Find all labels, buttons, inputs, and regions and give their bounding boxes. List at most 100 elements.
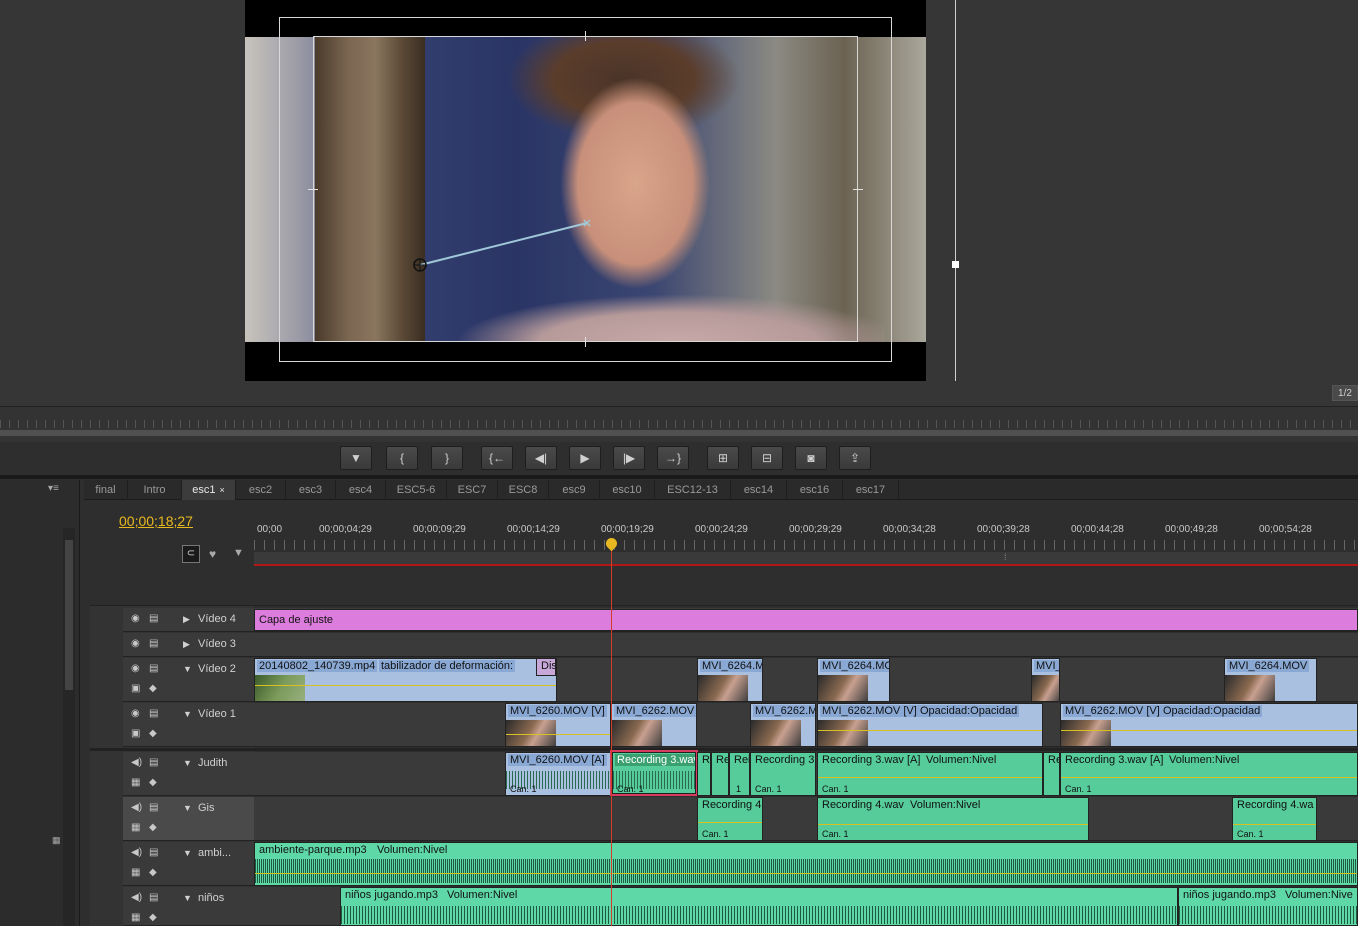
video-clip[interactable]: MVI_6262.MOV [V] Opacidad:Opacidad — [817, 703, 1043, 747]
tab-esc8[interactable]: ESC8 — [498, 480, 549, 500]
track-header-ambi[interactable]: ◀) ▤ ▼ ambi... ▦ ◆ — [123, 842, 254, 886]
eye-icon[interactable]: ◉ — [131, 638, 140, 649]
audio-clip[interactable]: Rei 1 — [729, 752, 750, 796]
audio-clip[interactable]: Recording 4 Can. 1 — [697, 797, 763, 841]
keyframe-view-icon[interactable]: ▦ — [131, 912, 140, 923]
transition-clip[interactable]: Dis — [536, 658, 556, 676]
keyframe-icon[interactable]: ◆ — [149, 912, 157, 923]
audio-clip[interactable]: Re — [1043, 752, 1060, 796]
step-forward-button[interactable]: |▶ — [613, 446, 645, 470]
video-clip[interactable]: MVI_6260.MOV [V] — [505, 703, 611, 747]
effect-label[interactable]: Volumen:Nivel — [445, 889, 519, 901]
keyframe-icon[interactable]: ◆ — [149, 728, 157, 739]
extract-button[interactable]: ⊟ — [751, 446, 783, 470]
audio-clip[interactable]: Recording 3.wav [A] Volumen:Nivel Can. 1 — [817, 752, 1043, 796]
effect-label[interactable]: Volumen:Nivel — [908, 799, 982, 811]
eye-icon[interactable]: ◉ — [131, 613, 140, 624]
tab-intro[interactable]: Intro — [128, 480, 182, 500]
project-scroll-thumb[interactable] — [65, 540, 73, 690]
tab-esc7[interactable]: ESC7 — [447, 480, 498, 500]
guide-handle[interactable] — [952, 261, 959, 268]
export-frame-button[interactable]: ◙ — [795, 446, 827, 470]
keyframe-icon[interactable]: ◆ — [149, 683, 157, 694]
keyframe-icon[interactable]: ◆ — [149, 867, 157, 878]
volume-line[interactable] — [818, 777, 1042, 778]
tab-esc10[interactable]: esc10 — [600, 480, 655, 500]
speaker-icon[interactable]: ◀) — [131, 802, 142, 813]
volume-line[interactable] — [1233, 824, 1316, 825]
expand-icon[interactable]: ▶ — [183, 614, 190, 625]
tab-esc4[interactable]: esc4 — [336, 480, 386, 500]
effect-label[interactable]: Opacidad:Opacidad — [1161, 705, 1263, 717]
volume-line[interactable] — [698, 822, 762, 823]
audio-clip[interactable]: Re — [697, 752, 711, 796]
keyframe-icon[interactable]: ◆ — [149, 777, 157, 788]
track-header-ninos[interactable]: ◀) ▤ ▼ niños ▦ ◆ — [123, 887, 254, 926]
eye-icon[interactable]: ◉ — [131, 708, 140, 719]
opacity-line[interactable] — [818, 730, 1042, 731]
track-header-gis[interactable]: ◀) ▤ ▼ Gis ▦ ◆ — [123, 797, 254, 841]
track-header-video4[interactable]: ◉ ▤ ▶ Vídeo 4 — [123, 608, 254, 632]
mark-in-button[interactable]: { — [386, 446, 418, 470]
film-icon[interactable]: ▤ — [149, 802, 158, 813]
add-marker-icon[interactable]: ▼ — [233, 547, 244, 559]
speaker-icon[interactable]: ◀) — [131, 847, 142, 858]
list-view-icon[interactable]: ▦ — [52, 835, 61, 846]
keyframe-view-icon[interactable]: ▣ — [131, 728, 140, 739]
effect-label[interactable]: Opacidad:Opacidad — [918, 705, 1020, 717]
effect-label[interactable]: tabilizador de deformación: — [379, 660, 516, 672]
volume-line[interactable] — [818, 824, 1088, 825]
playhead-line[interactable] — [611, 540, 612, 926]
adjustment-layer-clip[interactable]: Capa de ajuste — [254, 609, 1358, 631]
effect-label[interactable]: Volumen:Nive — [1283, 889, 1355, 901]
tab-esc16[interactable]: esc16 — [787, 480, 843, 500]
work-area-bar[interactable]: ⁞ — [254, 552, 1358, 566]
expand-icon[interactable]: ▶ — [183, 639, 190, 650]
keyframe-view-icon[interactable]: ▣ — [131, 683, 140, 694]
keyframe-view-icon[interactable]: ▦ — [131, 777, 140, 788]
audio-clip[interactable]: niños jugando.mp3 Volumen:Nive — [1178, 887, 1358, 926]
track-header-judith[interactable]: ◀) ▤ ▼ Judith ▦ ◆ — [123, 752, 254, 796]
speaker-icon[interactable]: ◀) — [131, 757, 142, 768]
effect-label[interactable]: Volumen:Nivel — [1167, 754, 1241, 766]
film-icon[interactable]: ▤ — [149, 757, 158, 768]
film-icon[interactable]: ▤ — [149, 613, 158, 624]
video-clip[interactable]: MVI_6264.MOV — [1224, 658, 1317, 702]
step-back-button[interactable]: ◀| — [525, 446, 557, 470]
collapse-icon[interactable]: ▼ — [183, 664, 192, 674]
effect-label[interactable]: Volumen:Nivel — [375, 844, 449, 856]
video-clip[interactable]: MVI_6264.MC — [817, 658, 890, 702]
go-to-in-button[interactable]: {← — [481, 446, 513, 470]
monitor-zoom-bar[interactable] — [0, 430, 1358, 436]
video-clip[interactable]: 20140802_140739.mp4 tabilizador de defor… — [254, 658, 557, 702]
tab-esc17[interactable]: esc17 — [843, 480, 899, 500]
tracking-path[interactable] — [405, 210, 605, 280]
audio-clip[interactable]: Re — [711, 752, 729, 796]
audio-clip[interactable]: Recording 4.wa Can. 1 — [1232, 797, 1317, 841]
opacity-line[interactable] — [506, 734, 610, 735]
panel-menu-icon[interactable]: ▾≡ — [48, 483, 59, 494]
collapse-icon[interactable]: ▼ — [183, 848, 192, 858]
go-to-out-button[interactable]: →} — [657, 446, 689, 470]
audio-clip[interactable]: Recording 3 Can. 1 — [750, 752, 816, 796]
tab-esc1[interactable]: esc1 × — [182, 480, 236, 500]
opacity-line[interactable] — [255, 685, 556, 686]
keyframe-icon[interactable]: ◆ — [149, 822, 157, 833]
tab-esc9[interactable]: esc9 — [549, 480, 600, 500]
audio-video-divider[interactable] — [90, 748, 1358, 751]
mark-out-button[interactable]: } — [431, 446, 463, 470]
volume-line[interactable] — [255, 873, 1357, 874]
keyframe-view-icon[interactable]: ▦ — [131, 867, 140, 878]
audio-clip[interactable]: Recording 3.wav [A] Volumen:Nivel Can. 1 — [1060, 752, 1358, 796]
volume-line[interactable] — [1061, 777, 1357, 778]
video-frame[interactable] — [245, 0, 926, 381]
lift-button[interactable]: ⊞ — [707, 446, 739, 470]
video-clip[interactable]: MVI_6262.M — [750, 703, 816, 747]
effect-label[interactable]: Volumen:Nivel — [924, 754, 998, 766]
tab-esc12-13[interactable]: ESC12-13 — [655, 480, 731, 500]
tab-esc3[interactable]: esc3 — [286, 480, 336, 500]
play-button[interactable]: ▶ — [569, 446, 601, 470]
collapse-icon[interactable]: ▼ — [183, 893, 192, 903]
track-header-video3[interactable]: ◉ ▤ ▶ Vídeo 3 — [123, 633, 254, 657]
snap-icon[interactable]: ⊂ — [182, 545, 200, 563]
